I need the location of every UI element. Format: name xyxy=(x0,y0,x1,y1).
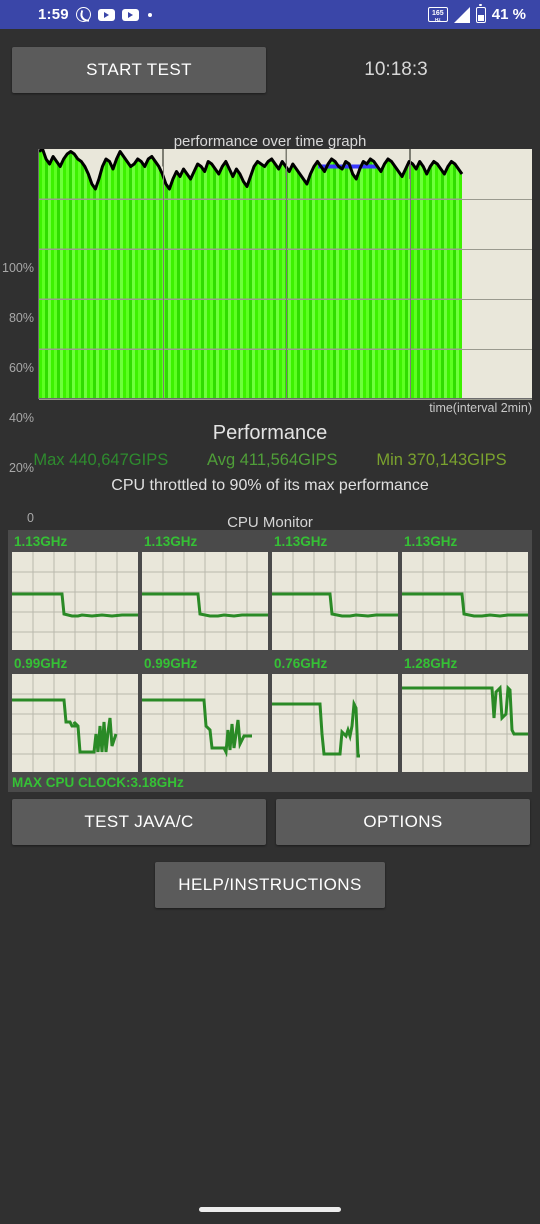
youtube-icon xyxy=(97,8,115,21)
performance-min: Min 370,143GIPS xyxy=(376,451,507,469)
cpu-core-plot xyxy=(142,552,268,650)
y-axis-tick: 80% xyxy=(8,311,34,325)
app-root: START TEST 10:18:3 performance over time… xyxy=(0,29,540,1224)
cpu-core-curve xyxy=(142,698,252,758)
cpu-core-frequency-label: 1.28GHz xyxy=(404,656,458,671)
performance-max: Max 440,647GIPS xyxy=(33,451,169,469)
cpu-core-grid: 1.13GHz 1.13GHz 1.13GHz 1.13GHz 0.99GHz 0.99G… xyxy=(12,534,532,778)
cpu-core-plot xyxy=(272,674,398,772)
gridline-horizontal xyxy=(39,399,532,400)
viber-icon xyxy=(75,7,91,22)
cpu-core-plot xyxy=(142,674,268,772)
elapsed-timer: 10:18:3 xyxy=(364,59,428,80)
cpu-core-plot-svg xyxy=(402,674,528,772)
performance-stats: Max 440,647GIPS Avg 411,564GIPS Min 370,… xyxy=(0,451,540,470)
cpu-core-cell: 1.13GHz xyxy=(142,534,270,652)
cpu-monitor-title: CPU Monitor xyxy=(227,514,313,531)
top-control-row: START TEST 10:18:3 xyxy=(0,47,540,93)
cpu-core-cell: 0.76GHz xyxy=(272,656,400,774)
cpu-core-cell: 1.13GHz xyxy=(12,534,140,652)
cpu-core-plot-svg xyxy=(142,552,268,650)
cpu-core-plot xyxy=(402,552,528,650)
refresh-rate-value: 165 xyxy=(431,9,444,17)
cpu-core-frequency-label: 1.13GHz xyxy=(144,534,198,549)
cpu-core-frequency-label: 1.13GHz xyxy=(274,534,328,549)
y-axis-tick: 60% xyxy=(8,361,34,375)
clock-time: 1:59 xyxy=(38,6,69,23)
gridline-vertical xyxy=(163,149,164,398)
status-bar: 1:59 165 Hz 41 % xyxy=(0,0,540,29)
cpu-core-frequency-label: 0.99GHz xyxy=(14,656,68,671)
start-test-button[interactable]: START TEST xyxy=(12,47,266,93)
performance-section-title: Performance xyxy=(212,422,328,444)
performance-x-axis-label: time(interval 2min) xyxy=(429,401,532,415)
refresh-rate-unit: Hz xyxy=(435,16,441,22)
cpu-max-clock-label: MAX CPU CLOCK:3.18GHz xyxy=(12,775,184,790)
cpu-core-plot-svg xyxy=(402,552,528,650)
help-instructions-button[interactable]: HELP/INSTRUCTIONS xyxy=(155,862,385,908)
status-bar-left: 1:59 xyxy=(0,6,152,23)
performance-graph-title: performance over time graph xyxy=(173,133,367,150)
youtube-icon xyxy=(121,8,139,21)
cpu-core-plot xyxy=(402,674,528,772)
cpu-core-frequency-label: 0.76GHz xyxy=(274,656,328,671)
cpu-core-cell: 1.13GHz xyxy=(402,534,530,652)
throttle-note: CPU throttled to 90% of its max performa… xyxy=(111,477,429,494)
cpu-core-frequency-label: 1.13GHz xyxy=(14,534,68,549)
performance-avg: Avg 411,564GIPS xyxy=(207,451,338,469)
y-axis-tick: 100% xyxy=(2,261,34,275)
refresh-rate-icon: 165 Hz xyxy=(427,7,448,22)
cpu-core-plot xyxy=(12,552,138,650)
cpu-core-plot xyxy=(272,552,398,650)
navigation-pill[interactable] xyxy=(199,1207,341,1212)
performance-graph: 100% 80% 60% 40% 20% 0 time(interval 2min) xyxy=(0,149,540,525)
cpu-core-plot-svg xyxy=(12,552,138,650)
status-bar-right: 165 Hz 41 % xyxy=(427,4,540,23)
cpu-core-plot-svg xyxy=(12,674,138,772)
cpu-core-plot xyxy=(12,674,138,772)
gridline-vertical xyxy=(410,149,411,398)
cpu-core-frequency-label: 0.99GHz xyxy=(144,656,198,671)
cpu-core-cell: 1.28GHz xyxy=(402,656,530,774)
cpu-core-plot-svg xyxy=(272,552,398,650)
test-java-c-button[interactable]: TEST JAVA/C xyxy=(12,799,266,845)
cpu-core-cell: 0.99GHz xyxy=(12,656,140,774)
cpu-monitor-panel: 1.13GHz 1.13GHz 1.13GHz 1.13GHz 0.99GHz 0.99G… xyxy=(8,530,532,792)
cpu-core-cell: 0.99GHz xyxy=(142,656,270,774)
battery-icon xyxy=(475,4,486,23)
cpu-core-plot-svg xyxy=(272,674,398,772)
dot-indicator-icon xyxy=(147,12,152,17)
cpu-core-curve xyxy=(272,698,360,758)
cpu-core-frequency-label: 1.13GHz xyxy=(404,534,458,549)
gridline-vertical xyxy=(286,149,287,398)
cpu-core-cell: 1.13GHz xyxy=(272,534,400,652)
cpu-core-plot-svg xyxy=(142,674,268,772)
battery-percent: 41 % xyxy=(491,6,526,23)
signal-icon xyxy=(453,6,470,23)
options-button[interactable]: OPTIONS xyxy=(276,799,530,845)
cpu-core-curve xyxy=(12,698,118,754)
performance-plot-area xyxy=(38,149,532,400)
